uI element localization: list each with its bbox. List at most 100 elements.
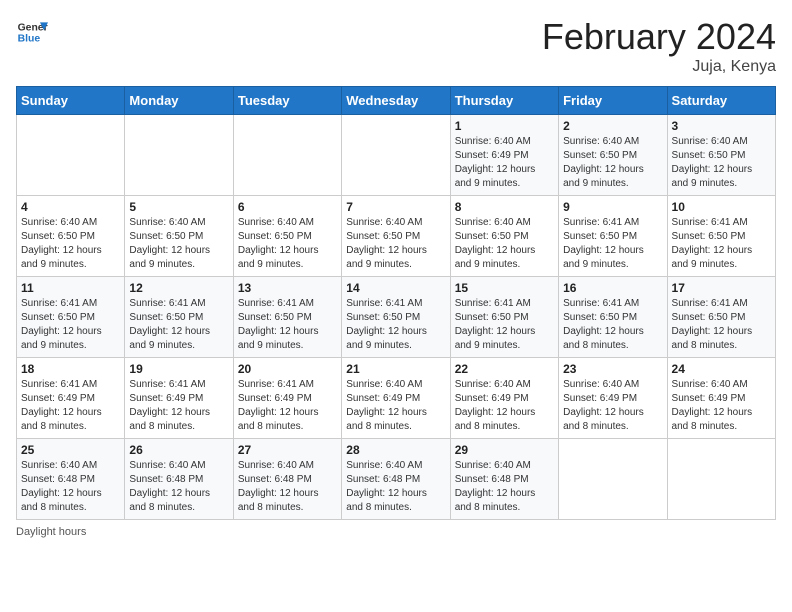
day-info: Sunrise: 6:40 AM Sunset: 6:50 PM Dayligh… [346, 216, 445, 272]
day-number: 15 [455, 281, 554, 295]
day-info: Sunrise: 6:40 AM Sunset: 6:50 PM Dayligh… [563, 135, 662, 191]
day-number: 18 [21, 362, 120, 376]
calendar-cell: 23 Sunrise: 6:40 AM Sunset: 6:49 PM Dayli… [559, 358, 667, 439]
calendar-cell [342, 115, 450, 196]
calendar-cell: 20 Sunrise: 6:41 AM Sunset: 6:49 PM Dayli… [233, 358, 341, 439]
day-number: 25 [21, 443, 120, 457]
day-info: Sunrise: 6:40 AM Sunset: 6:49 PM Dayligh… [563, 378, 662, 434]
day-number: 13 [238, 281, 337, 295]
calendar-cell: 25 Sunrise: 6:40 AM Sunset: 6:48 PM Dayli… [17, 439, 125, 520]
day-number: 29 [455, 443, 554, 457]
day-info: Sunrise: 6:40 AM Sunset: 6:50 PM Dayligh… [672, 135, 771, 191]
day-info: Sunrise: 6:41 AM Sunset: 6:49 PM Dayligh… [238, 378, 337, 434]
calendar-cell: 26 Sunrise: 6:40 AM Sunset: 6:48 PM Dayli… [125, 439, 233, 520]
calendar-cell [233, 115, 341, 196]
calendar-cell: 19Sunrise: 6:41 AM Sunset: 6:49 PM Dayli… [125, 358, 233, 439]
day-number: 26 [129, 443, 228, 457]
header-thursday: Thursday [450, 87, 558, 115]
calendar-cell: 2 Sunrise: 6:40 AM Sunset: 6:50 PM Daylig… [559, 115, 667, 196]
calendar-cell: 24Sunrise: 6:40 AM Sunset: 6:49 PM Dayli… [667, 358, 775, 439]
title-block: February 2024 Juja, Kenya [542, 16, 776, 76]
day-info: Sunrise: 6:41 AM Sunset: 6:50 PM Dayligh… [346, 297, 445, 353]
day-number: 11 [21, 281, 120, 295]
calendar-cell: 18 Sunrise: 6:41 AM Sunset: 6:49 PM Dayli… [17, 358, 125, 439]
page-title: February 2024 [542, 16, 776, 58]
calendar-cell [125, 115, 233, 196]
calendar-cell: 15 Sunrise: 6:41 AM Sunset: 6:50 PM Dayli… [450, 277, 558, 358]
calendar-cell: 8Sunrise: 6:40 AM Sunset: 6:50 PM Daylig… [450, 196, 558, 277]
header-sunday: Sunday [17, 87, 125, 115]
calendar-cell: 3 Sunrise: 6:40 AM Sunset: 6:50 PM Daylig… [667, 115, 775, 196]
day-info: Sunrise: 6:40 AM Sunset: 6:48 PM Dayligh… [238, 459, 337, 515]
header-monday: Monday [125, 87, 233, 115]
day-number: 22 [455, 362, 554, 376]
calendar-cell: 16 Sunrise: 6:41 AM Sunset: 6:50 PM Dayli… [559, 277, 667, 358]
calendar-week-4: 18 Sunrise: 6:41 AM Sunset: 6:49 PM Dayli… [17, 358, 776, 439]
calendar-cell: 10Sunrise: 6:41 AM Sunset: 6:50 PM Dayli… [667, 196, 775, 277]
day-info: Sunrise: 6:40 AM Sunset: 6:50 PM Dayligh… [455, 216, 554, 272]
calendar-cell: 9Sunrise: 6:41 AM Sunset: 6:50 PM Daylig… [559, 196, 667, 277]
calendar-header-row: SundayMondayTuesdayWednesdayThursdayFrid… [17, 87, 776, 115]
calendar-cell: 22 Sunrise: 6:40 AM Sunset: 6:49 PM Dayli… [450, 358, 558, 439]
svg-text:Blue: Blue [18, 34, 41, 45]
calendar-cell: 12 Sunrise: 6:41 AM Sunset: 6:50 PM Dayli… [125, 277, 233, 358]
day-info: Sunrise: 6:41 AM Sunset: 6:50 PM Dayligh… [455, 297, 554, 353]
day-number: 20 [238, 362, 337, 376]
header-saturday: Saturday [667, 87, 775, 115]
calendar-cell: 7 Sunrise: 6:40 AM Sunset: 6:50 PM Daylig… [342, 196, 450, 277]
calendar-cell: 4 Sunrise: 6:40 AM Sunset: 6:50 PM Daylig… [17, 196, 125, 277]
header-friday: Friday [559, 87, 667, 115]
day-info: Sunrise: 6:41 AM Sunset: 6:50 PM Dayligh… [238, 297, 337, 353]
day-info: Sunrise: 6:40 AM Sunset: 6:49 PM Dayligh… [455, 135, 554, 191]
day-info: Sunrise: 6:41 AM Sunset: 6:50 PM Dayligh… [129, 297, 228, 353]
calendar-cell: 11 Sunrise: 6:41 AM Sunset: 6:50 PM Dayli… [17, 277, 125, 358]
day-info: Sunrise: 6:40 AM Sunset: 6:50 PM Dayligh… [129, 216, 228, 272]
day-number: 3 [672, 119, 771, 133]
calendar-cell: 6 Sunrise: 6:40 AM Sunset: 6:50 PM Daylig… [233, 196, 341, 277]
day-number: 14 [346, 281, 445, 295]
calendar-cell: 29 Sunrise: 6:40 AM Sunset: 6:48 PM Dayli… [450, 439, 558, 520]
calendar-cell: 1 Sunrise: 6:40 AM Sunset: 6:49 PM Daylig… [450, 115, 558, 196]
calendar-week-1: 1 Sunrise: 6:40 AM Sunset: 6:49 PM Daylig… [17, 115, 776, 196]
day-number: 16 [563, 281, 662, 295]
calendar-cell: 17Sunrise: 6:41 AM Sunset: 6:50 PM Dayli… [667, 277, 775, 358]
calendar-cell [17, 115, 125, 196]
calendar-cell: 5 Sunrise: 6:40 AM Sunset: 6:50 PM Daylig… [125, 196, 233, 277]
day-info: Sunrise: 6:41 AM Sunset: 6:50 PM Dayligh… [563, 216, 662, 272]
day-number: 5 [129, 200, 228, 214]
day-info: Sunrise: 6:41 AM Sunset: 6:50 PM Dayligh… [672, 216, 771, 272]
day-number: 4 [21, 200, 120, 214]
day-info: Sunrise: 6:40 AM Sunset: 6:49 PM Dayligh… [455, 378, 554, 434]
day-info: Sunrise: 6:40 AM Sunset: 6:48 PM Dayligh… [129, 459, 228, 515]
day-number: 2 [563, 119, 662, 133]
day-info: Sunrise: 6:40 AM Sunset: 6:49 PM Dayligh… [346, 378, 445, 434]
page-subtitle: Juja, Kenya [542, 58, 776, 76]
day-number: 1 [455, 119, 554, 133]
day-info: Sunrise: 6:41 AM Sunset: 6:50 PM Dayligh… [563, 297, 662, 353]
calendar-cell: 21Sunrise: 6:40 AM Sunset: 6:49 PM Dayli… [342, 358, 450, 439]
day-info: Sunrise: 6:40 AM Sunset: 6:48 PM Dayligh… [21, 459, 120, 515]
day-number: 7 [346, 200, 445, 214]
page-header: General Blue February 2024 Juja, Kenya [16, 16, 776, 76]
footer-daylight: Daylight hours [16, 526, 776, 538]
calendar-week-3: 11 Sunrise: 6:41 AM Sunset: 6:50 PM Dayli… [17, 277, 776, 358]
calendar-cell: 27Sunrise: 6:40 AM Sunset: 6:48 PM Dayli… [233, 439, 341, 520]
day-number: 6 [238, 200, 337, 214]
day-number: 12 [129, 281, 228, 295]
day-info: Sunrise: 6:40 AM Sunset: 6:50 PM Dayligh… [238, 216, 337, 272]
day-info: Sunrise: 6:40 AM Sunset: 6:48 PM Dayligh… [455, 459, 554, 515]
calendar-cell: 28Sunrise: 6:40 AM Sunset: 6:48 PM Dayli… [342, 439, 450, 520]
calendar-table: SundayMondayTuesdayWednesdayThursdayFrid… [16, 86, 776, 520]
day-info: Sunrise: 6:41 AM Sunset: 6:49 PM Dayligh… [129, 378, 228, 434]
calendar-cell: 14 Sunrise: 6:41 AM Sunset: 6:50 PM Dayli… [342, 277, 450, 358]
day-info: Sunrise: 6:41 AM Sunset: 6:49 PM Dayligh… [21, 378, 120, 434]
day-info: Sunrise: 6:40 AM Sunset: 6:50 PM Dayligh… [21, 216, 120, 272]
day-number: 28 [346, 443, 445, 457]
calendar-week-2: 4 Sunrise: 6:40 AM Sunset: 6:50 PM Daylig… [17, 196, 776, 277]
calendar-cell [559, 439, 667, 520]
day-number: 17 [672, 281, 771, 295]
day-number: 23 [563, 362, 662, 376]
day-info: Sunrise: 6:41 AM Sunset: 6:50 PM Dayligh… [21, 297, 120, 353]
calendar-week-5: 25 Sunrise: 6:40 AM Sunset: 6:48 PM Dayli… [17, 439, 776, 520]
calendar-cell: 13 Sunrise: 6:41 AM Sunset: 6:50 PM Dayli… [233, 277, 341, 358]
